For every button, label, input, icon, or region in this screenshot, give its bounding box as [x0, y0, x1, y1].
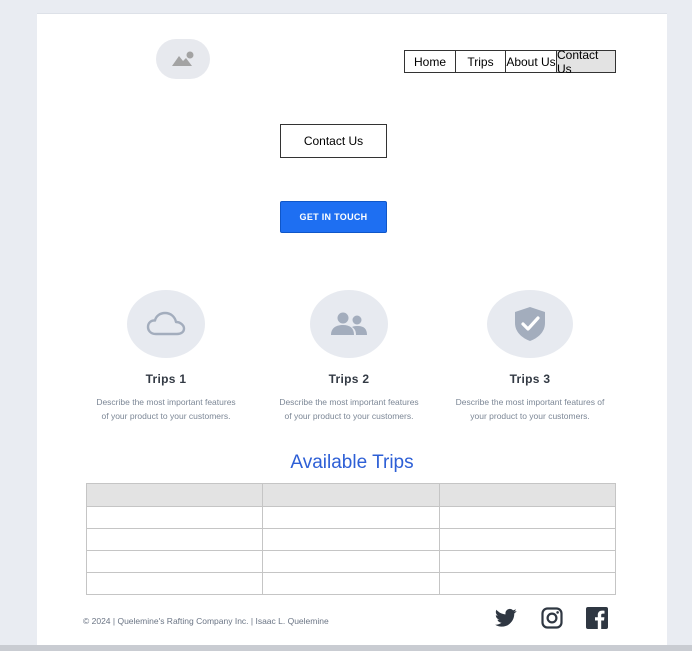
facebook-link[interactable]	[585, 606, 609, 630]
feature-description: Describe the most important features of …	[96, 397, 236, 421]
bottom-bar	[0, 645, 692, 651]
table-header-row	[85, 483, 617, 507]
table-cell	[438, 506, 617, 529]
table-cell	[438, 550, 617, 573]
table-row	[85, 572, 617, 595]
trips-table	[85, 483, 617, 595]
contact-us-title-box: Contact Us	[280, 124, 387, 158]
table-header-cell	[85, 483, 264, 507]
facebook-icon	[586, 607, 608, 629]
nav-home[interactable]: Home	[404, 50, 456, 73]
table-header-cell	[438, 483, 617, 507]
feature-card-1: Trips 1 Describe the most important feat…	[76, 290, 256, 423]
feature-title: Trips 1	[145, 372, 187, 386]
table-cell	[85, 528, 264, 551]
feature-icon-circle	[487, 290, 573, 358]
table-row	[85, 550, 617, 573]
table-cell	[262, 550, 440, 573]
image-icon	[172, 51, 194, 66]
table-cell	[85, 506, 264, 529]
available-trips-heading: Available Trips	[290, 452, 414, 473]
feature-title: Trips 3	[509, 372, 551, 386]
instagram-link[interactable]	[540, 606, 564, 630]
feature-title: Trips 2	[328, 372, 370, 386]
table-row	[85, 506, 617, 529]
table-header-cell	[262, 483, 440, 507]
table-cell	[262, 572, 440, 595]
nav-trips[interactable]: Trips	[455, 50, 506, 73]
top-bar	[0, 0, 692, 7]
users-icon	[331, 312, 367, 335]
logo-placeholder[interactable]	[156, 39, 210, 79]
cloud-icon	[146, 311, 186, 336]
feature-icon-circle	[310, 290, 388, 358]
table-cell	[85, 572, 264, 595]
footer-copyright: © 2024 | Quelemine's Rafting Company Inc…	[83, 616, 329, 626]
feature-description: Describe the most important features of …	[455, 397, 605, 421]
feature-card-3: Trips 3 Describe the most important feat…	[440, 290, 620, 423]
instagram-icon	[541, 607, 563, 629]
feature-card-2: Trips 2 Describe the most important feat…	[259, 290, 439, 423]
shield-check-icon	[515, 307, 545, 341]
table-cell	[85, 550, 264, 573]
table-cell	[262, 528, 440, 551]
twitter-icon	[495, 608, 517, 627]
nav-about-us[interactable]: About Us	[505, 50, 557, 73]
page-container: Home Trips About Us Contact Us Contact U…	[37, 13, 667, 646]
feature-description: Describe the most important features of …	[279, 397, 419, 421]
table-cell	[438, 572, 617, 595]
feature-icon-circle	[127, 290, 205, 358]
get-in-touch-button[interactable]: GET IN TOUCH	[280, 201, 387, 233]
nav-contact-us[interactable]: Contact Us	[556, 48, 616, 76]
table-row	[85, 528, 617, 551]
table-cell	[262, 506, 440, 529]
twitter-link[interactable]	[494, 606, 518, 630]
main-nav: Home Trips About Us Contact Us	[404, 48, 616, 76]
table-cell	[438, 528, 617, 551]
